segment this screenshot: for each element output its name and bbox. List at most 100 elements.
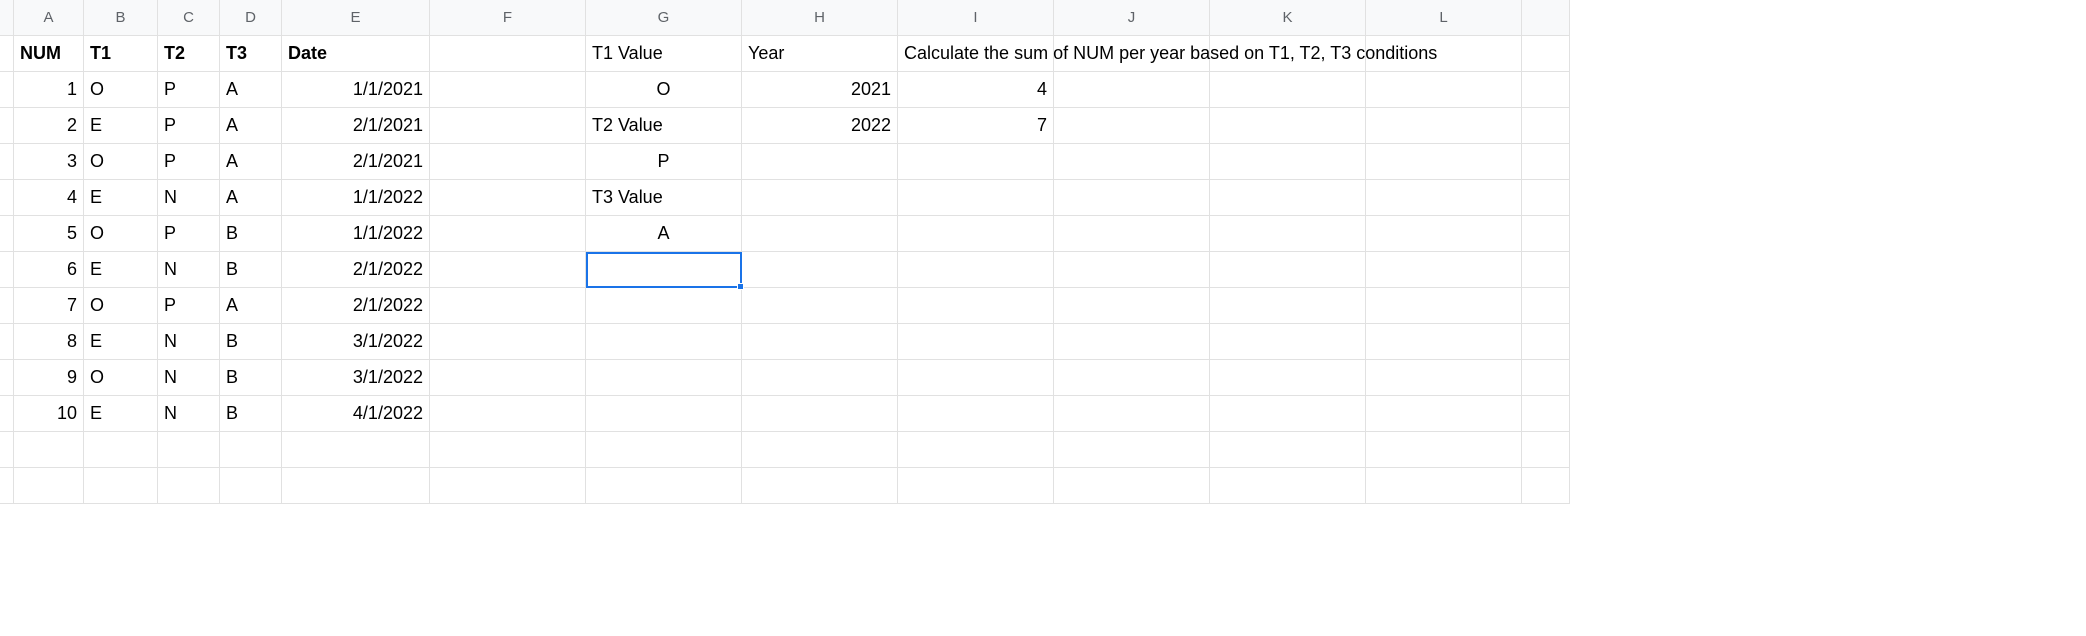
- cell-G13[interactable]: [586, 468, 742, 504]
- cell-E9[interactable]: 3/1/2022: [282, 324, 430, 360]
- cell-D5[interactable]: A: [220, 180, 282, 216]
- cell-extra-3[interactable]: [1522, 108, 1570, 144]
- cell-extra-11[interactable]: [1522, 396, 1570, 432]
- cell-G9[interactable]: [586, 324, 742, 360]
- cell-F11[interactable]: [430, 396, 586, 432]
- col-header-A[interactable]: A: [14, 0, 84, 36]
- col-header-E[interactable]: E: [282, 0, 430, 36]
- corner-cell[interactable]: [0, 0, 14, 36]
- cell-J10[interactable]: [1054, 360, 1210, 396]
- cell-B11[interactable]: E: [84, 396, 158, 432]
- cell-F4[interactable]: [430, 144, 586, 180]
- cell-A1[interactable]: NUM: [14, 36, 84, 72]
- cell-B8[interactable]: O: [84, 288, 158, 324]
- col-header-H[interactable]: H: [742, 0, 898, 36]
- cell-H13[interactable]: [742, 468, 898, 504]
- row-gutter[interactable]: [0, 288, 14, 324]
- cell-F9[interactable]: [430, 324, 586, 360]
- cell-L11[interactable]: [1366, 396, 1522, 432]
- cell-A4[interactable]: 3: [14, 144, 84, 180]
- cell-D3[interactable]: A: [220, 108, 282, 144]
- cell-extra-10[interactable]: [1522, 360, 1570, 396]
- cell-F6[interactable]: [430, 216, 586, 252]
- cell-A12[interactable]: [14, 432, 84, 468]
- cell-extra-13[interactable]: [1522, 468, 1570, 504]
- row-gutter[interactable]: [0, 396, 14, 432]
- cell-C1[interactable]: T2: [158, 36, 220, 72]
- cell-D13[interactable]: [220, 468, 282, 504]
- cell-H11[interactable]: [742, 396, 898, 432]
- cell-C12[interactable]: [158, 432, 220, 468]
- cell-I3[interactable]: 7: [898, 108, 1054, 144]
- cell-B1[interactable]: T1: [84, 36, 158, 72]
- cell-extra-9[interactable]: [1522, 324, 1570, 360]
- cell-G6[interactable]: A: [586, 216, 742, 252]
- cell-E5[interactable]: 1/1/2022: [282, 180, 430, 216]
- cell-I7[interactable]: [898, 252, 1054, 288]
- cell-extra-4[interactable]: [1522, 144, 1570, 180]
- row-gutter[interactable]: [0, 144, 14, 180]
- cell-D4[interactable]: A: [220, 144, 282, 180]
- cell-K4[interactable]: [1210, 144, 1366, 180]
- cell-G10[interactable]: [586, 360, 742, 396]
- cell-L3[interactable]: [1366, 108, 1522, 144]
- cell-C13[interactable]: [158, 468, 220, 504]
- cell-E10[interactable]: 3/1/2022: [282, 360, 430, 396]
- cell-D1[interactable]: T3: [220, 36, 282, 72]
- col-header-J[interactable]: J: [1054, 0, 1210, 36]
- cell-G1[interactable]: T1 Value: [586, 36, 742, 72]
- cell-F2[interactable]: [430, 72, 586, 108]
- cell-J3[interactable]: [1054, 108, 1210, 144]
- cell-J12[interactable]: [1054, 432, 1210, 468]
- cell-L13[interactable]: [1366, 468, 1522, 504]
- cell-F1[interactable]: [430, 36, 586, 72]
- cell-A13[interactable]: [14, 468, 84, 504]
- cell-D11[interactable]: B: [220, 396, 282, 432]
- cell-B12[interactable]: [84, 432, 158, 468]
- cell-J4[interactable]: [1054, 144, 1210, 180]
- cell-C4[interactable]: P: [158, 144, 220, 180]
- cell-G12[interactable]: [586, 432, 742, 468]
- cell-C11[interactable]: N: [158, 396, 220, 432]
- cell-B3[interactable]: E: [84, 108, 158, 144]
- cell-I1[interactable]: Calculate the sum of NUM per year based …: [898, 36, 1054, 72]
- cell-D7[interactable]: B: [220, 252, 282, 288]
- cell-C9[interactable]: N: [158, 324, 220, 360]
- col-header-G[interactable]: G: [586, 0, 742, 36]
- cell-G5[interactable]: T3 Value: [586, 180, 742, 216]
- cell-A2[interactable]: 1: [14, 72, 84, 108]
- cell-K12[interactable]: [1210, 432, 1366, 468]
- row-gutter[interactable]: [0, 72, 14, 108]
- cell-G3[interactable]: T2 Value: [586, 108, 742, 144]
- cell-J2[interactable]: [1054, 72, 1210, 108]
- cell-L8[interactable]: [1366, 288, 1522, 324]
- cell-E8[interactable]: 2/1/2022: [282, 288, 430, 324]
- cell-G4[interactable]: P: [586, 144, 742, 180]
- cell-F13[interactable]: [430, 468, 586, 504]
- cell-K8[interactable]: [1210, 288, 1366, 324]
- spreadsheet-grid[interactable]: A B C D E F G H I J K L NUM T1 T2 T3 Dat…: [0, 0, 2086, 504]
- cell-F8[interactable]: [430, 288, 586, 324]
- cell-L12[interactable]: [1366, 432, 1522, 468]
- cell-F5[interactable]: [430, 180, 586, 216]
- cell-E7[interactable]: 2/1/2022: [282, 252, 430, 288]
- cell-I5[interactable]: [898, 180, 1054, 216]
- cell-B5[interactable]: E: [84, 180, 158, 216]
- cell-G8[interactable]: [586, 288, 742, 324]
- row-gutter[interactable]: [0, 108, 14, 144]
- cell-D9[interactable]: B: [220, 324, 282, 360]
- cell-A6[interactable]: 5: [14, 216, 84, 252]
- col-header-K[interactable]: K: [1210, 0, 1366, 36]
- cell-H5[interactable]: [742, 180, 898, 216]
- cell-I11[interactable]: [898, 396, 1054, 432]
- cell-C5[interactable]: N: [158, 180, 220, 216]
- cell-F3[interactable]: [430, 108, 586, 144]
- cell-B9[interactable]: E: [84, 324, 158, 360]
- cell-L9[interactable]: [1366, 324, 1522, 360]
- cell-H1[interactable]: Year: [742, 36, 898, 72]
- cell-G2[interactable]: O: [586, 72, 742, 108]
- cell-C10[interactable]: N: [158, 360, 220, 396]
- cell-H10[interactable]: [742, 360, 898, 396]
- cell-A7[interactable]: 6: [14, 252, 84, 288]
- cell-I6[interactable]: [898, 216, 1054, 252]
